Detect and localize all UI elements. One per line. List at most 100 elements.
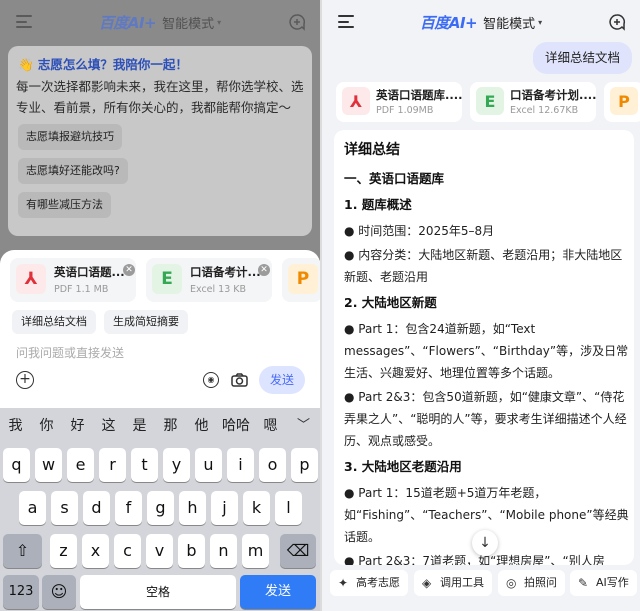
attached-file-pdf[interactable]: ⅄ 英语口语题... PDF 1.1 MB: [10, 258, 136, 302]
welcome-body: 每一次选择都影响未来，我在这里，帮你选学校、选专业、看前景，所有你关心的，我都能…: [16, 79, 304, 115]
mode-selector[interactable]: 智能模式: [483, 13, 535, 32]
write-icon: ✎: [578, 576, 589, 590]
suggestion-chip[interactable]: 志愿填好还能改吗?: [18, 158, 128, 184]
subsection-heading: 2. 大陆地区新题: [344, 295, 437, 310]
pdf-icon: ⅄: [16, 264, 46, 294]
key-o[interactable]: o: [259, 448, 286, 482]
key-n[interactable]: n: [210, 534, 237, 568]
welcome-card: 👋 志愿怎么填？我陪你一起！ 每一次选择都影响未来，我在这里，帮你选学校、选专业…: [8, 46, 312, 236]
attached-file-ppt[interactable]: P: [282, 258, 320, 302]
ppt-icon: P: [610, 87, 638, 115]
file-meta: PDF 1.1 MB: [54, 284, 109, 295]
candidate[interactable]: 他: [186, 415, 217, 435]
file-name: 口语备考计...: [190, 265, 261, 279]
key-f[interactable]: f: [115, 491, 142, 525]
keyboard: 我 你 好 这 是 那 他 哈哈 嗯 ﹀ qwertyuiop asdfghjkl…: [0, 408, 320, 611]
shift-key[interactable]: ⇧: [3, 534, 42, 568]
attached-file-excel[interactable]: E 口语备考计... Excel 13 KB: [146, 258, 272, 302]
tool-photo-ask[interactable]: ◎ 拍照问: [498, 570, 565, 596]
candidate[interactable]: 你: [31, 415, 62, 435]
key-d[interactable]: d: [83, 491, 110, 525]
message-input[interactable]: 问我问题或直接发送: [16, 344, 124, 361]
file-meta: Excel 12.67KB: [510, 105, 579, 116]
key-i[interactable]: i: [227, 448, 254, 482]
ppt-icon: P: [288, 264, 318, 294]
key-e[interactable]: e: [67, 448, 94, 482]
key-z[interactable]: z: [50, 534, 77, 568]
send-button[interactable]: 发送: [259, 366, 305, 394]
voice-icon[interactable]: ◉: [203, 372, 219, 388]
candidate[interactable]: 那: [155, 415, 186, 435]
backspace-key[interactable]: ⌫: [280, 534, 316, 568]
candidate[interactable]: 好: [62, 415, 93, 435]
chevron-down-icon[interactable]: ▾: [217, 18, 221, 27]
quick-action-abstract[interactable]: 生成简短摘要: [104, 310, 188, 334]
answer-card: 详细总结 一、英语口语题库 1. 题库概述 ● 时间范围：2025年5–8月 ●…: [334, 130, 634, 565]
mode-selector[interactable]: 智能模式: [162, 13, 214, 32]
camera-icon[interactable]: [231, 373, 248, 387]
school-icon: ✦: [338, 576, 349, 590]
user-message-bubble: 详细总结文档: [532, 42, 632, 74]
key-j[interactable]: j: [211, 491, 238, 525]
candidate[interactable]: 我: [0, 415, 31, 435]
key-b[interactable]: b: [178, 534, 205, 568]
composer-panel: ⅄ 英语口语题... PDF 1.1 MB ✕ E 口语备考计... Excel…: [0, 250, 320, 408]
key-x[interactable]: x: [82, 534, 109, 568]
key-a[interactable]: a: [19, 491, 46, 525]
key-k[interactable]: k: [243, 491, 270, 525]
right-screen: 百度AI+ 智能模式 ▾ 详细总结文档 ⅄ 英语口语题库.... PDF 1.0…: [322, 0, 640, 611]
key-w[interactable]: w: [35, 448, 62, 482]
key-m[interactable]: m: [242, 534, 269, 568]
file-name: 口语备考计划....: [510, 88, 597, 102]
key-q[interactable]: q: [3, 448, 30, 482]
bullet-item: ● Part 1：包含24道新题，如“Text messages”、“Flowe…: [344, 322, 629, 380]
numbers-key[interactable]: 123: [3, 575, 39, 609]
key-r[interactable]: r: [99, 448, 126, 482]
tool-invoke[interactable]: ◈ 调用工具: [414, 570, 492, 596]
new-chat-icon[interactable]: [288, 13, 306, 31]
key-h[interactable]: h: [179, 491, 206, 525]
key-s[interactable]: s: [51, 491, 78, 525]
space-key[interactable]: 空格: [80, 575, 236, 609]
subsection-heading: 1. 题库概述: [344, 197, 412, 212]
menu-icon[interactable]: [16, 15, 32, 28]
suggestion-chip[interactable]: 有哪些减压方法: [18, 192, 111, 218]
key-u[interactable]: u: [195, 448, 222, 482]
file-meta: PDF 1.09MB: [376, 105, 434, 116]
candidate[interactable]: 哈哈: [217, 415, 255, 435]
key-c[interactable]: c: [114, 534, 141, 568]
bullet-item: ● Part 2&3：包含50道新题，如“健康文章”、“侍花弄果之人”、“聪明的…: [344, 390, 627, 448]
emoji-key[interactable]: ☺: [42, 575, 76, 609]
remove-file-icon[interactable]: ✕: [258, 264, 270, 276]
section-heading: 一、英语口语题库: [344, 171, 445, 186]
attached-file-pdf[interactable]: ⅄ 英语口语题库.... PDF 1.09MB: [336, 82, 462, 122]
key-g[interactable]: g: [147, 491, 174, 525]
file-meta: Excel 13 KB: [190, 284, 247, 295]
new-chat-icon[interactable]: [608, 13, 626, 31]
quick-action-summarize[interactable]: 详细总结文档: [12, 310, 96, 334]
suggestion-chip[interactable]: 志愿填报避坑技巧: [18, 124, 122, 150]
chevron-down-icon[interactable]: ▾: [538, 18, 542, 27]
scroll-down-icon[interactable]: ↓: [472, 530, 498, 556]
attached-file-ppt[interactable]: P: [604, 82, 640, 122]
key-p[interactable]: p: [291, 448, 318, 482]
tool-ai-write[interactable]: ✎ AI写作: [570, 570, 637, 596]
candidate-bar: 我 你 好 这 是 那 他 哈哈 嗯: [0, 408, 320, 442]
key-l[interactable]: l: [275, 491, 302, 525]
candidate[interactable]: 这: [93, 415, 124, 435]
plus-icon[interactable]: +: [16, 371, 34, 389]
candidate[interactable]: 是: [124, 415, 155, 435]
excel-icon: E: [152, 264, 182, 294]
remove-file-icon[interactable]: ✕: [123, 264, 135, 276]
key-y[interactable]: y: [163, 448, 190, 482]
send-key[interactable]: 发送: [240, 575, 316, 609]
collapse-keyboard-icon[interactable]: ﹀: [297, 414, 310, 433]
brand-logo: 百度AI+: [98, 13, 157, 32]
candidate[interactable]: 嗯: [255, 415, 286, 435]
key-v[interactable]: v: [146, 534, 173, 568]
attached-file-excel[interactable]: E 口语备考计划.... Excel 12.67KB: [470, 82, 596, 122]
tool-gaokao[interactable]: ✦ 高考志愿: [330, 570, 408, 596]
file-name: 英语口语题库....: [376, 88, 463, 102]
menu-icon[interactable]: [338, 15, 354, 28]
key-t[interactable]: t: [131, 448, 158, 482]
